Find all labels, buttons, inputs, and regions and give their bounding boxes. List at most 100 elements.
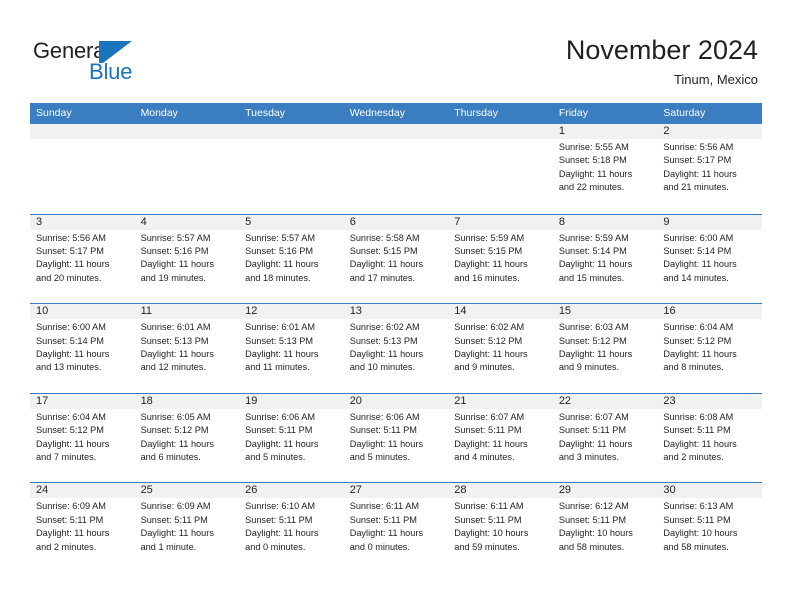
- daylight-text-line1: Daylight: 11 hours: [454, 349, 528, 359]
- day-number: 9: [663, 215, 670, 228]
- daylight-text-line1: Daylight: 11 hours: [245, 528, 319, 539]
- day-cell[interactable]: 22 Sunrise: 6:07 AM Sunset: 5:11 PM Dayligh…: [552, 393, 658, 482]
- daylight-text-line1: Daylight: 11 hours: [663, 168, 737, 179]
- day-cell[interactable]: 17 Sunrise: 6:04 AM Sunset: 5:12 PM Dayligh…: [30, 393, 135, 482]
- day-cell[interactable]: 26 Sunrise: 6:10 AM Sunset: 5:11 PM Dayligh…: [239, 483, 344, 572]
- day-cell[interactable]: 3 Sunrise: 5:56 AM Sunset: 5:17 PM Daylight…: [30, 214, 135, 303]
- day-cell[interactable]: [343, 124, 449, 212]
- day-number: 23: [663, 394, 676, 407]
- sunset-text: Sunset: 5:12 PM: [558, 335, 627, 346]
- daylight-text-line2: and 0 minutes.: [245, 541, 306, 552]
- day-number: 18: [140, 394, 153, 407]
- daylight-text-line2: and 3 minutes.: [558, 452, 620, 462]
- day-cell[interactable]: 11 Sunrise: 6:01 AM Sunset: 5:13 PM Dayligh…: [134, 304, 240, 393]
- day-details: Sunrise: 5:55 AM Sunset: 5:18 PM Daylight:…: [559, 141, 655, 195]
- day-number: 16: [663, 305, 676, 318]
- day-cell[interactable]: 15 Sunrise: 6:03 AM Sunset: 5:12 PM Dayligh…: [552, 304, 658, 393]
- sunrise-text: Sunrise: 6:01 AM: [245, 322, 316, 333]
- weekday-header-tuesday: Tuesday: [245, 107, 286, 119]
- generalblue-logo[interactable]: General Blue: [33, 38, 233, 86]
- daylight-text-line1: Daylight: 11 hours: [558, 259, 633, 270]
- day-details: Sunrise: 5:59 AM Sunset: 5:14 PM Daylight:…: [559, 232, 655, 286]
- day-details: Sunrise: 6:01 AM Sunset: 5:13 PM Daylight:…: [141, 321, 237, 375]
- day-cell[interactable]: [134, 124, 240, 212]
- daylight-text-line1: Daylight: 11 hours: [663, 259, 737, 270]
- sunrise-text: Sunrise: 6:11 AM: [454, 501, 524, 512]
- day-cell[interactable]: 19 Sunrise: 6:06 AM Sunset: 5:11 PM Dayligh…: [239, 393, 344, 482]
- day-cell[interactable]: 12 Sunrise: 6:01 AM Sunset: 5:13 PM Dayligh…: [239, 304, 344, 393]
- day-cell[interactable]: 7 Sunrise: 5:59 AM Sunset: 5:15 PM Daylight…: [448, 214, 553, 303]
- day-cell[interactable]: 25 Sunrise: 6:09 AM Sunset: 5:11 PM Dayligh…: [134, 483, 240, 572]
- day-cell[interactable]: 30 Sunrise: 6:13 AM Sunset: 5:11 PM Dayligh…: [657, 483, 762, 572]
- sunset-text: Sunset: 5:15 PM: [454, 246, 523, 256]
- day-number: 1: [558, 125, 565, 137]
- sunset-text: Sunset: 5:11 PM: [245, 425, 313, 436]
- day-details: Sunrise: 6:01 AM Sunset: 5:13 PM Daylight:…: [245, 321, 341, 375]
- day-cell[interactable]: [30, 124, 135, 212]
- weekday-header-wednesday: Wednesday: [349, 107, 405, 119]
- weekday-header-sunday: Sunday: [36, 107, 72, 119]
- day-cell[interactable]: 14 Sunrise: 6:02 AM Sunset: 5:12 PM Dayligh…: [448, 304, 553, 393]
- daylight-text-line2: and 14 minutes.: [663, 272, 729, 283]
- day-details: Sunrise: 6:12 AM Sunset: 5:11 PM Daylight:…: [559, 500, 655, 554]
- day-cell[interactable]: 8 Sunrise: 5:59 AM Sunset: 5:14 PM Daylight…: [552, 214, 658, 303]
- day-number: 22: [558, 394, 572, 407]
- day-details: Sunrise: 5:59 AM Sunset: 5:15 PM Daylight:…: [454, 232, 550, 286]
- day-cell[interactable]: 16 Sunrise: 6:04 AM Sunset: 5:12 PM Dayligh…: [657, 304, 762, 393]
- daylight-text-line1: Daylight: 11 hours: [454, 438, 528, 449]
- sunrise-text: Sunrise: 5:57 AM: [140, 232, 211, 243]
- daylight-text-line2: and 2 minutes.: [36, 541, 97, 552]
- day-details: Sunrise: 5:57 AM Sunset: 5:16 PM Daylight:…: [141, 232, 237, 286]
- daylight-text-line1: Daylight: 11 hours: [349, 349, 424, 359]
- day-details: Sunrise: 6:13 AM Sunset: 5:11 PM Daylight:…: [663, 500, 759, 554]
- daylight-text-line1: Daylight: 11 hours: [36, 438, 110, 449]
- day-details: Sunrise: 6:09 AM Sunset: 5:11 PM Daylight:…: [141, 500, 237, 554]
- day-cell[interactable]: 20 Sunrise: 6:06 AM Sunset: 5:11 PM Dayligh…: [343, 393, 449, 482]
- day-cell[interactable]: 18 Sunrise: 6:05 AM Sunset: 5:12 PM Dayligh…: [134, 393, 240, 482]
- day-number: 28: [454, 484, 467, 497]
- day-cell[interactable]: 24 Sunrise: 6:09 AM Sunset: 5:11 PM Dayligh…: [30, 483, 135, 572]
- day-cell[interactable]: 6 Sunrise: 5:58 AM Sunset: 5:15 PM Daylight…: [343, 214, 449, 303]
- daylight-text-line2: and 6 minutes.: [140, 452, 201, 462]
- day-number: 6: [349, 215, 356, 228]
- sunrise-text: Sunrise: 6:07 AM: [558, 411, 629, 422]
- day-details: Sunrise: 6:03 AM Sunset: 5:12 PM Daylight:…: [559, 321, 655, 375]
- sunset-text: Sunset: 5:16 PM: [245, 246, 314, 256]
- day-details: Sunrise: 6:06 AM Sunset: 5:11 PM Daylight:…: [350, 411, 446, 465]
- day-cell[interactable]: 2 Sunrise: 5:56 AM Sunset: 5:17 PM Daylight…: [657, 124, 762, 212]
- sunrise-text: Sunrise: 5:59 AM: [558, 232, 629, 243]
- day-cell[interactable]: 29 Sunrise: 6:12 AM Sunset: 5:11 PM Dayligh…: [552, 483, 658, 572]
- sunrise-text: Sunrise: 6:07 AM: [454, 411, 525, 422]
- day-cell[interactable]: 4 Sunrise: 5:57 AM Sunset: 5:16 PM Daylight…: [134, 214, 240, 303]
- sunrise-text: Sunrise: 5:59 AM: [454, 232, 525, 243]
- weekday-header-friday: Friday: [558, 107, 588, 119]
- day-cell[interactable]: 1 Sunrise: 5:55 AM Sunset: 5:18 PM Daylight…: [552, 124, 658, 212]
- day-cell[interactable]: 28 Sunrise: 6:11 AM Sunset: 5:11 PM Dayligh…: [448, 483, 553, 572]
- day-details: Sunrise: 6:11 AM Sunset: 5:11 PM Daylight:…: [454, 500, 550, 554]
- sunset-text: Sunset: 5:15 PM: [349, 246, 418, 256]
- sunset-text: Sunset: 5:13 PM: [245, 335, 314, 346]
- title-block: November 2024 Tinum, Mexico: [566, 34, 758, 89]
- daylight-text-line1: Daylight: 11 hours: [349, 438, 424, 449]
- daylight-text-line2: and 22 minutes.: [558, 182, 625, 193]
- daylight-text-line2: and 21 minutes.: [663, 182, 729, 193]
- day-cell[interactable]: 10 Sunrise: 6:00 AM Sunset: 5:14 PM Dayligh…: [30, 304, 135, 393]
- day-details: Sunrise: 5:57 AM Sunset: 5:16 PM Daylight:…: [245, 232, 341, 286]
- day-cell[interactable]: 9 Sunrise: 6:00 AM Sunset: 5:14 PM Daylight…: [657, 214, 762, 303]
- day-details: Sunrise: 6:04 AM Sunset: 5:12 PM Daylight:…: [663, 321, 759, 375]
- sunset-text: Sunset: 5:11 PM: [558, 425, 627, 436]
- sunset-text: Sunset: 5:11 PM: [36, 514, 104, 525]
- day-cell[interactable]: 5 Sunrise: 5:57 AM Sunset: 5:16 PM Daylight…: [239, 214, 344, 303]
- weekday-header-row: Sunday Monday Tuesday Wednesday Thursday…: [30, 103, 762, 124]
- day-cell[interactable]: [448, 124, 553, 212]
- daylight-text-line2: and 9 minutes.: [454, 362, 515, 373]
- daylight-text-line2: and 1 minute.: [140, 541, 197, 552]
- day-cell[interactable]: [239, 124, 344, 212]
- day-cell[interactable]: 23 Sunrise: 6:08 AM Sunset: 5:11 PM Dayligh…: [657, 393, 762, 482]
- day-cell[interactable]: 13 Sunrise: 6:02 AM Sunset: 5:13 PM Dayligh…: [343, 304, 449, 393]
- weekday-header-thursday: Thursday: [454, 107, 499, 119]
- day-cell[interactable]: 21 Sunrise: 6:07 AM Sunset: 5:11 PM Dayligh…: [448, 393, 553, 482]
- daylight-text-line1: Daylight: 11 hours: [663, 438, 737, 449]
- day-cell[interactable]: 27 Sunrise: 6:11 AM Sunset: 5:11 PM Dayligh…: [343, 483, 449, 572]
- daylight-text-line2: and 5 minutes.: [245, 452, 306, 462]
